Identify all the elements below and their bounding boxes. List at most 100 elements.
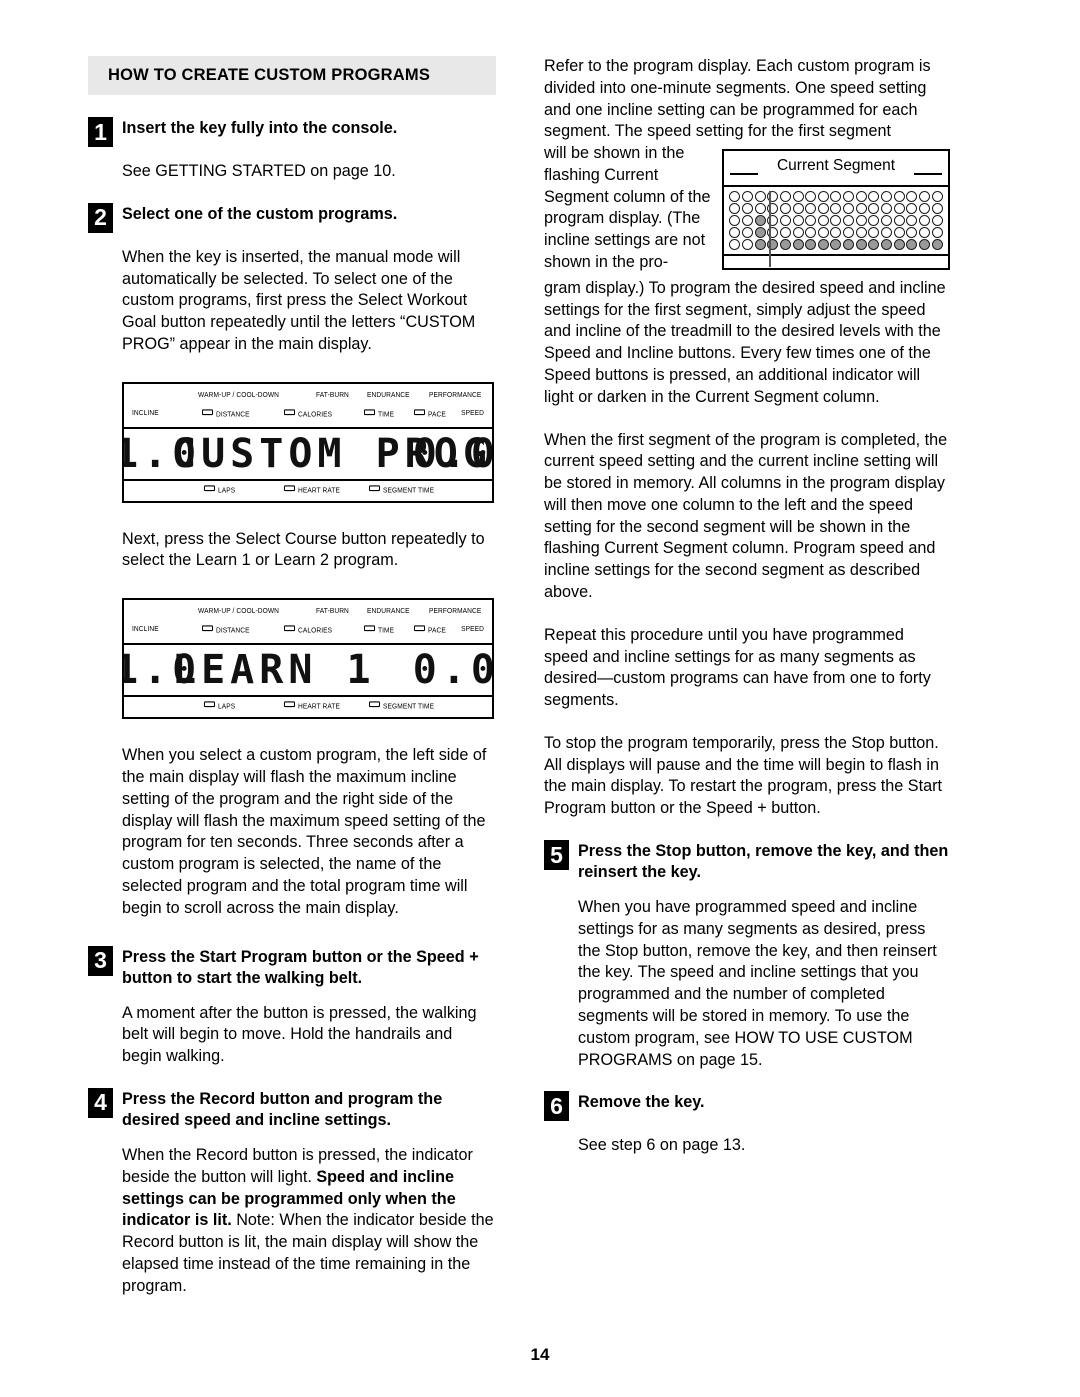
- console-display-custom-prog: WARM-UP / COOL-DOWN FAT-BURN ENDURANCE P…: [122, 381, 494, 503]
- segment-dot-off: [830, 203, 842, 215]
- two-column-layout: HOW TO CREATE CUSTOM PROGRAMS 1 Insert t…: [88, 56, 992, 1298]
- display-main-text-2: LEARN 1: [172, 647, 376, 694]
- segment-display-box: Current Segment: [722, 149, 950, 271]
- step-5-body: When you have programmed speed and incli…: [578, 898, 937, 1069]
- label-endurance: ENDURANCE: [367, 391, 410, 400]
- segment-dot-off: [855, 191, 867, 203]
- segment-dot-off: [805, 191, 817, 203]
- segment-dot-off: [919, 203, 931, 215]
- program-display-figure: Current Segment: [722, 143, 950, 271]
- segment-dot-off: [817, 191, 829, 203]
- segment-dot-off: [931, 203, 943, 215]
- label-performance: PERFORMANCE: [429, 607, 482, 616]
- pip-icon: [284, 409, 295, 415]
- segment-dot-off: [817, 227, 829, 239]
- segment-dot-off: [729, 227, 741, 239]
- segment-dot-on: [893, 239, 905, 251]
- segment-dot-off: [805, 227, 817, 239]
- step-6-title: Remove the key.: [578, 1093, 705, 1112]
- segment-dot-off: [741, 191, 753, 203]
- label-speed: SPEED: [461, 625, 484, 634]
- segment-dot-off: [843, 203, 855, 215]
- label-heart-rate: HEART RATE: [298, 702, 341, 711]
- segment-dot-off: [855, 203, 867, 215]
- label-laps: LAPS: [218, 486, 236, 495]
- segment-dot-off: [792, 227, 804, 239]
- pip-icon: [369, 701, 380, 708]
- label-laps-group: LAPS: [204, 701, 236, 711]
- console-main-display-2: 1.0 LEARN 1 0.0: [124, 645, 492, 698]
- segment-dot-off: [830, 191, 842, 203]
- label-laps: LAPS: [218, 702, 236, 711]
- segment-dot-on: [792, 239, 804, 251]
- segment-dot-off: [881, 215, 893, 227]
- label-segment-time: SEGMENT TIME: [383, 702, 435, 711]
- segment-dot-off: [919, 227, 931, 239]
- step-1-number: 1: [88, 117, 113, 147]
- segment-dot-off: [779, 227, 791, 239]
- segment-dot-off: [817, 203, 829, 215]
- pip-icon: [284, 625, 295, 632]
- segment-dot-on: [830, 239, 842, 251]
- console-label-area-bottom-1: LAPS HEART RATE SEGMENT TIME: [124, 481, 492, 501]
- pip-icon: [204, 485, 215, 491]
- segment-dot-on: [754, 215, 766, 227]
- pip-icon: [202, 625, 213, 632]
- segment-dot-on: [919, 239, 931, 251]
- label-time: TIME: [378, 410, 395, 419]
- segment-dot-off: [881, 227, 893, 239]
- segment-dot-on: [868, 239, 880, 251]
- manual-page: HOW TO CREATE CUSTOM PROGRAMS 1 Insert t…: [0, 0, 1080, 1397]
- label-incline: INCLINE: [132, 625, 159, 634]
- console-label-area-bottom-2: LAPS HEART RATE SEGMENT TIME: [124, 697, 492, 717]
- console-label-area-1: WARM-UP / COOL-DOWN FAT-BURN ENDURANCE P…: [124, 384, 492, 429]
- segment-dot-off: [931, 191, 943, 203]
- pip-icon: [414, 409, 425, 415]
- segment-matrix-footer: [724, 256, 948, 268]
- label-segment-time-group: SEGMENT TIME: [369, 485, 434, 494]
- label-distance-group: DISTANCE: [202, 409, 250, 418]
- label-laps-group: LAPS: [204, 485, 235, 494]
- pip-icon: [369, 485, 380, 491]
- segment-dot-off: [906, 227, 918, 239]
- segment-dot-on: [779, 239, 791, 251]
- segment-dot-off: [868, 215, 880, 227]
- console-display-learn-1: WARM-UP / COOL-DOWN FAT-BURN ENDURANCE P…: [122, 598, 494, 720]
- label-time: TIME: [378, 626, 395, 635]
- label-fat-burn: FAT-BURN: [316, 391, 349, 400]
- page-number: 14: [530, 1345, 550, 1364]
- segment-dot-on: [906, 239, 918, 251]
- label-performance: PERFORMANCE: [429, 391, 482, 400]
- label-calories-group: CALORIES: [284, 409, 332, 418]
- label-distance-group: DISTANCE: [202, 625, 250, 635]
- segment-dot-off: [868, 191, 880, 203]
- label-calories: CALORIES: [298, 626, 333, 635]
- segment-dot-off: [792, 215, 804, 227]
- pip-icon: [414, 625, 425, 632]
- step-5: 5 Press the Stop button, remove the key,…: [544, 840, 952, 883]
- step-4-number: 4: [88, 1087, 113, 1118]
- segment-dot-off: [868, 203, 880, 215]
- step-1: 1 Insert the key fully into the console.: [88, 117, 496, 147]
- label-pace: PACE: [428, 410, 446, 419]
- label-time-group: TIME: [364, 409, 394, 418]
- label-endurance: ENDURANCE: [367, 607, 410, 616]
- right-para-2: gram display.) To program the desired sp…: [544, 278, 946, 406]
- segment-dot-off: [792, 191, 804, 203]
- segment-dot-off: [931, 215, 943, 227]
- step-5-title: Press the Stop button, remove the key, a…: [578, 842, 949, 882]
- segment-dot-off: [881, 191, 893, 203]
- segment-display-title: Current Segment: [771, 157, 901, 176]
- label-distance: DISTANCE: [216, 626, 250, 635]
- display-speed-value-1: 0.0: [412, 430, 492, 477]
- step-2-body-2: Next, press the Select Course button rep…: [122, 529, 485, 570]
- step-4-title: Press the Record button and program the …: [122, 1089, 443, 1130]
- step-6-number: 6: [544, 1091, 569, 1122]
- segment-dot-off: [754, 203, 766, 215]
- right-para-3: When the first segment of the program is…: [544, 430, 948, 601]
- pip-icon: [284, 485, 295, 491]
- segment-dot-off: [741, 215, 753, 227]
- segment-dot-on: [817, 239, 829, 251]
- segment-dot-on: [754, 239, 766, 251]
- segment-dot-off: [906, 203, 918, 215]
